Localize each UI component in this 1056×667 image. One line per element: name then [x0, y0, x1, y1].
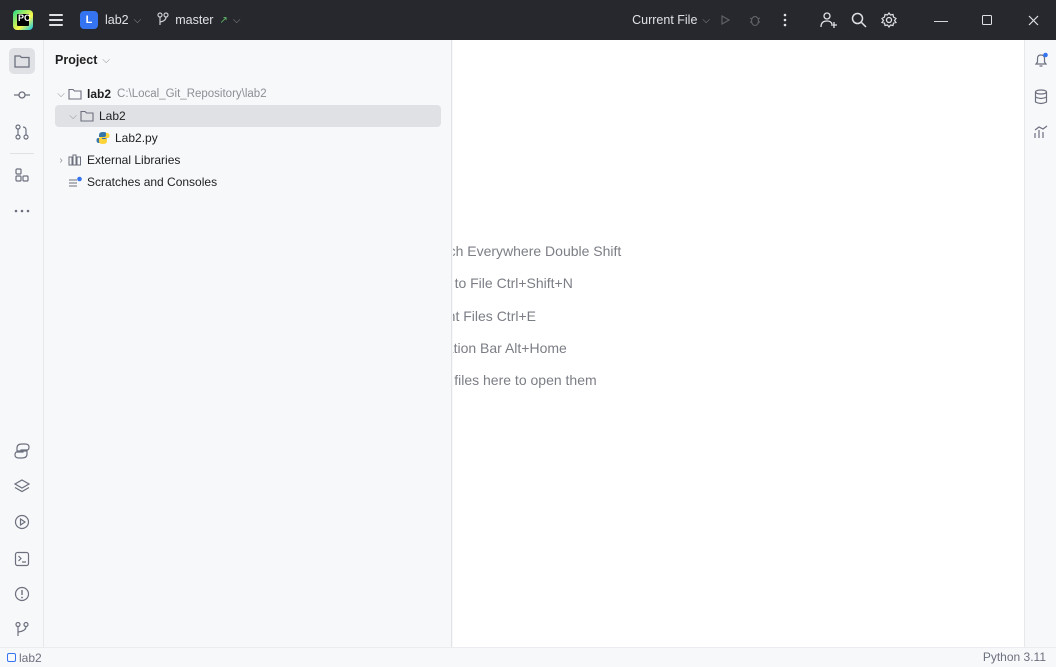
hint-search-everywhere: Search Everywhere Double Shift — [453, 243, 622, 259]
tree-item-label: lab2 — [87, 87, 112, 101]
project-panel-title[interactable]: Project — [55, 53, 97, 67]
tree-item-label: Lab2.py — [115, 131, 158, 145]
more-actions-icon[interactable] — [770, 0, 800, 40]
tree-item-scratches[interactable]: Scratches and Consoles — [55, 171, 441, 193]
hint-go-to-file: Go to File Ctrl+Shift+N — [453, 275, 573, 291]
main-menu-icon[interactable] — [49, 14, 63, 26]
tree-item-lab2-folder[interactable]: ⌵ Lab2 — [55, 105, 441, 127]
close-window-icon[interactable] — [1010, 0, 1056, 40]
left-tool-window-bar — [0, 40, 44, 647]
library-icon — [67, 154, 83, 166]
folder-icon — [67, 88, 83, 100]
maximize-window-icon[interactable] — [964, 0, 1010, 40]
pull-requests-icon[interactable] — [9, 119, 35, 145]
minimize-window-icon[interactable]: — — [918, 0, 964, 40]
tree-item-lab2-py[interactable]: Lab2.py — [55, 127, 441, 149]
module-icon — [7, 651, 16, 665]
python-interpreter-widget[interactable]: Python 3.11 — [983, 650, 1046, 664]
layers-icon[interactable] — [9, 473, 35, 499]
scratches-icon — [67, 176, 83, 188]
sciview-icon[interactable] — [1029, 120, 1053, 144]
commit-icon[interactable] — [9, 82, 35, 108]
code-with-me-icon[interactable] — [814, 0, 844, 40]
status-breadcrumb[interactable]: lab2 — [0, 651, 42, 665]
git-branch-icon[interactable] — [157, 11, 169, 29]
breadcrumb-label[interactable]: lab2 — [19, 651, 42, 665]
python-packages-icon[interactable] — [9, 438, 35, 464]
settings-gear-icon[interactable] — [874, 0, 904, 40]
project-tool-window: Project ⌵ ⌵ lab2 C:\Local_Git_Repository… — [45, 40, 452, 647]
title-bar: PC L lab2 ⌵ master ↗ ⌵ Current File ⌵ — — [0, 0, 1056, 40]
project-badge[interactable]: L — [80, 11, 98, 29]
hint-drop-files: Drop files here to open them — [453, 372, 597, 388]
chevron-down-icon[interactable]: ⌵ — [702, 15, 710, 26]
outgoing-commits-icon: ↗ — [219, 14, 228, 26]
hint-navigation-bar: Navigation Bar Alt+Home — [453, 340, 567, 356]
run-icon[interactable] — [710, 0, 740, 40]
debug-icon[interactable] — [740, 0, 770, 40]
python-file-icon — [95, 131, 111, 145]
tree-item-lab2-root[interactable]: ⌵ lab2 C:\Local_Git_Repository\lab2 — [55, 83, 441, 105]
tree-item-path: C:\Local_Git_Repository\lab2 — [117, 88, 267, 100]
chevron-down-icon[interactable]: ⌵ — [134, 15, 142, 26]
chevron-down-icon[interactable]: ⌵ — [102, 55, 110, 66]
search-icon[interactable] — [844, 0, 874, 40]
terminal-icon[interactable] — [9, 546, 35, 572]
folder-icon — [79, 110, 95, 122]
problems-icon[interactable] — [9, 581, 35, 607]
chevron-down-icon[interactable]: ⌵ — [55, 89, 67, 100]
services-icon[interactable] — [9, 509, 35, 535]
tree-item-external-libraries[interactable]: › External Libraries — [55, 149, 441, 171]
chevron-down-icon[interactable]: ⌵ — [233, 15, 241, 26]
run-config-selector[interactable]: Current File — [632, 13, 697, 27]
status-bar: lab2 Python 3.11 — [0, 647, 1056, 667]
project-panel-header[interactable]: Project ⌵ — [45, 40, 451, 80]
chevron-down-icon[interactable]: ⌵ — [67, 111, 79, 122]
tree-item-label: External Libraries — [87, 153, 181, 167]
hint-recent-files: Recent Files Ctrl+E — [453, 308, 536, 324]
tree-item-label: Lab2 — [99, 109, 126, 123]
right-tool-window-bar — [1024, 40, 1056, 647]
more-tool-windows-icon[interactable] — [9, 198, 35, 224]
project-name[interactable]: lab2 — [105, 13, 129, 27]
tree-item-label: Scratches and Consoles — [87, 175, 218, 189]
git-icon[interactable] — [9, 616, 35, 642]
structure-icon[interactable] — [9, 162, 35, 188]
branch-name[interactable]: master — [175, 13, 213, 27]
pycharm-logo-icon[interactable]: PC — [13, 10, 33, 30]
database-icon[interactable] — [1029, 85, 1053, 109]
chevron-right-icon[interactable]: › — [55, 155, 67, 166]
editor-empty-area[interactable]: Search Everywhere Double Shift Go to Fil… — [453, 40, 1024, 647]
project-tool-folder-icon[interactable] — [9, 48, 35, 74]
notifications-bell-icon[interactable] — [1029, 48, 1053, 72]
